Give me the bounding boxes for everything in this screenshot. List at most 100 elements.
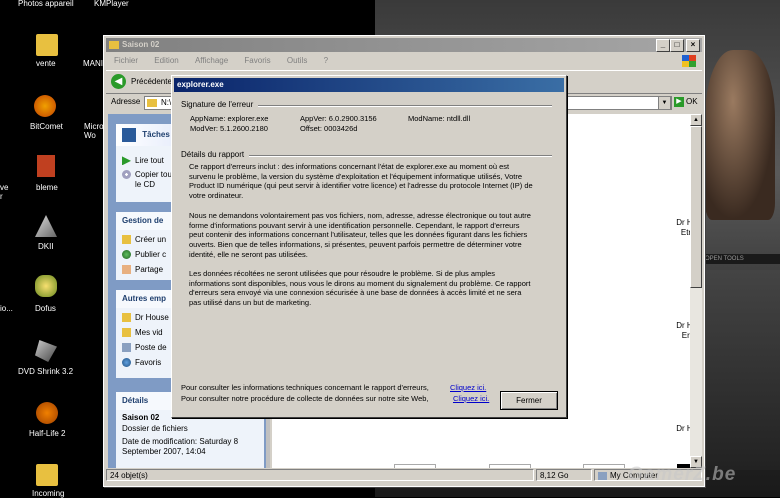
back-button-label[interactable]: Précédente xyxy=(131,77,172,86)
maximize-button[interactable]: □ xyxy=(670,39,684,52)
autres-item-favorites[interactable]: Favoris xyxy=(122,358,162,368)
file-thumb[interactable] xyxy=(489,464,531,468)
minimize-button[interactable]: _ xyxy=(656,39,670,52)
bitcomet-icon[interactable] xyxy=(34,95,56,117)
file-label[interactable]: Dr House - [2x08] - Erreur Médicale xyxy=(670,321,690,341)
gestion-item-create-label: Créer un xyxy=(135,235,167,244)
desktop-icon-label-kmplayer[interactable]: KMPlayer xyxy=(94,0,129,8)
video-figure xyxy=(705,50,775,220)
file-list-scrollbar[interactable]: ▲ ▼ xyxy=(690,114,702,468)
desktop-icon-label-mani[interactable]: MANI xyxy=(83,59,103,68)
gestion-item-share[interactable]: Partage xyxy=(122,265,163,275)
folder-icon xyxy=(122,313,131,323)
document-icon[interactable] xyxy=(37,155,55,177)
desktop-icon-label-dofus[interactable]: Dofus xyxy=(35,304,56,313)
desktop-icon-label-bitcomet[interactable]: BitComet xyxy=(30,122,63,131)
task-play-all[interactable]: Lire tout xyxy=(122,156,164,166)
folder-icon[interactable] xyxy=(36,464,58,486)
autres-item-computer[interactable]: Poste de xyxy=(122,343,167,353)
task-copy-all-label: Copier tout xyxy=(135,170,175,179)
explorer-titlebar[interactable]: Saison 02 _ □ × xyxy=(106,38,702,52)
desktop-icon-label-vente[interactable]: vente xyxy=(36,59,56,68)
desktop-edge-label: io... xyxy=(0,304,13,313)
autres-item-drhouse-label: Dr House xyxy=(135,313,169,322)
watermark-logo: GamerZ.be xyxy=(628,464,737,485)
file-thumb[interactable] xyxy=(583,464,625,468)
menu-favoris[interactable]: Favoris xyxy=(244,56,270,65)
desktop-icon-label-dvdshrink[interactable]: DVD Shrink 3.2 xyxy=(18,367,73,376)
report-paragraph-1: Ce rapport d'erreurs inclut : des inform… xyxy=(189,162,533,201)
folder-icon xyxy=(147,99,157,107)
details-divider xyxy=(249,155,552,157)
scroll-thumb[interactable] xyxy=(690,126,702,288)
gestion-item-publish[interactable]: Publier c xyxy=(122,250,167,260)
globe-icon xyxy=(122,358,131,368)
signature-divider xyxy=(258,105,552,107)
desktop-icon-label-halflife[interactable]: Half-Life 2 xyxy=(29,429,65,438)
dofus-icon[interactable] xyxy=(35,275,57,297)
dkii-icon[interactable] xyxy=(35,215,57,237)
desktop-icon-label-photos[interactable]: Photos appareil xyxy=(18,0,74,8)
task-play-all-label: Lire tout xyxy=(135,156,164,165)
status-size: 8,12 Go xyxy=(536,469,592,481)
report-paragraph-3: Les données récoltées ne seront utilisée… xyxy=(189,269,531,308)
menu-bar: Fichier Edition Affichage Favoris Outils… xyxy=(106,54,702,68)
address-value: N:\ xyxy=(161,98,172,107)
address-dropdown-button[interactable]: ▼ xyxy=(658,96,671,110)
dvd-shrink-icon[interactable] xyxy=(35,340,57,362)
address-label: Adresse xyxy=(111,97,141,106)
details-name: Saison 02 xyxy=(122,413,160,422)
policy-text: Pour consulter notre procédure de collec… xyxy=(181,394,429,403)
desktop-icon-label-dkii[interactable]: DKII xyxy=(38,242,54,251)
task-copy-all[interactable]: Copier tout xyxy=(122,170,175,180)
half-life-icon[interactable] xyxy=(36,402,58,424)
sig-offset: Offset: 0003426d xyxy=(300,124,358,133)
signature-group-label: Signature de l'erreur xyxy=(181,100,254,109)
autres-item-favorites-label: Favoris xyxy=(135,358,162,367)
file-label[interactable]: Dr House - [2x04] - Etre Ou Paraître xyxy=(670,218,690,238)
cd-icon xyxy=(122,170,131,180)
back-arrow-icon[interactable]: ◀ xyxy=(111,74,126,89)
play-icon xyxy=(122,156,131,166)
desktop-icon-label-micro[interactable]: Micro Wo xyxy=(84,122,104,140)
desktop-icon-label-bleme[interactable]: bleme xyxy=(36,183,58,192)
task-copy-all-label-2: le CD xyxy=(135,180,156,189)
close-dialog-button[interactable]: Fermer xyxy=(500,391,558,410)
computer-icon xyxy=(122,343,131,353)
windows-logo-icon xyxy=(682,55,696,67)
close-button[interactable]: × xyxy=(686,39,700,52)
menu-fichier[interactable]: Fichier xyxy=(114,56,138,65)
autres-item-videos[interactable]: Mes vid xyxy=(122,328,163,338)
dialog-titlebar[interactable]: explorer.exe xyxy=(174,78,564,92)
sig-appver: AppVer: 6.0.2900.3156 xyxy=(300,114,377,123)
film-tasks-icon xyxy=(122,127,136,142)
tech-info-link[interactable]: Cliquez ici. xyxy=(450,383,486,393)
sig-modname: ModName: ntdll.dll xyxy=(408,114,471,123)
file-thumb[interactable] xyxy=(394,464,436,468)
details-type: Dossier de fichiers xyxy=(122,424,188,433)
menu-help[interactable]: ? xyxy=(324,56,328,65)
video-player-toolbar[interactable]: OPEN TOOLS xyxy=(705,254,780,264)
scroll-up-button[interactable]: ▲ xyxy=(690,114,702,126)
go-arrow-icon[interactable]: ▶ xyxy=(674,97,684,107)
sig-modver: ModVer: 5.1.2600.2180 xyxy=(190,124,268,133)
report-paragraph-2: Nous ne demandons volontairement pas vos… xyxy=(189,211,531,259)
menu-affichage[interactable]: Affichage xyxy=(195,56,228,65)
task-copy-all-cont[interactable]: le CD xyxy=(135,180,155,189)
status-bar: 24 objet(s) 8,12 Go My Computer xyxy=(106,469,702,483)
file-label[interactable]: Dr House - [2x12] - Casse Tête xyxy=(670,424,690,444)
explorer-title: Saison 02 xyxy=(122,40,160,49)
globe-icon xyxy=(122,250,131,260)
policy-link[interactable]: Cliquez ici. xyxy=(453,394,489,404)
menu-outils[interactable]: Outils xyxy=(287,56,307,65)
gestion-item-create[interactable]: Créer un xyxy=(122,235,167,245)
video-bottom-area xyxy=(705,270,780,470)
autres-item-drhouse[interactable]: Dr House xyxy=(122,313,169,323)
folder-icon[interactable] xyxy=(36,34,58,56)
desktop-edge-label: r xyxy=(0,192,3,201)
go-button-label[interactable]: OK xyxy=(686,97,698,106)
autres-item-computer-label: Poste de xyxy=(135,343,167,352)
menu-edition[interactable]: Edition xyxy=(154,56,178,65)
desktop-edge-label: ve xyxy=(0,183,9,192)
gestion-item-publish-label: Publier c xyxy=(135,250,167,259)
